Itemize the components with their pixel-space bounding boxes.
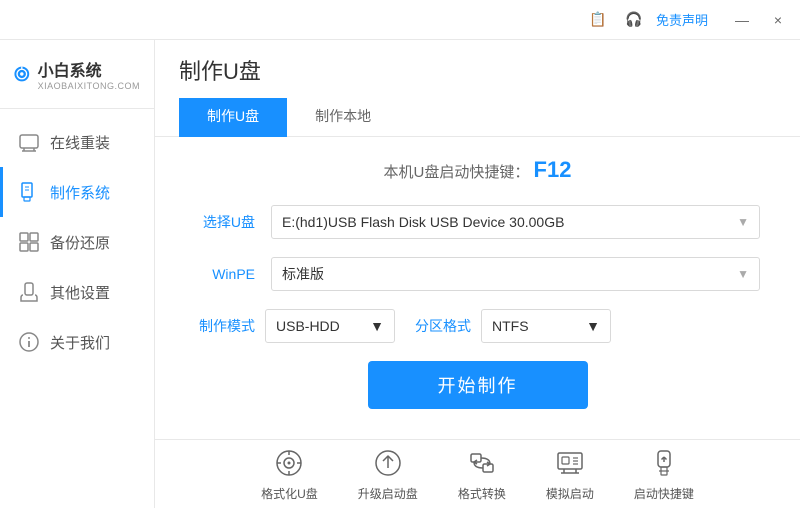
sidebar-item-make-system-label: 制作系统 xyxy=(50,182,110,203)
shortcut-label: 本机U盘启动快捷键： xyxy=(384,164,530,181)
winpe-label: WinPE xyxy=(195,266,255,282)
sidebar-item-backup-restore[interactable]: 备份还原 xyxy=(0,217,154,267)
help-icon[interactable]: 📋 xyxy=(584,6,612,34)
make-system-icon xyxy=(18,181,40,203)
tool-format-udisk-label: 格式化U盘 xyxy=(261,485,318,502)
minimize-button[interactable]: — xyxy=(728,6,756,34)
tool-format-udisk[interactable]: 格式化U盘 xyxy=(261,447,318,502)
disclaimer-link[interactable]: 免责声明 xyxy=(656,10,708,29)
sidebar-item-about-us-label: 关于我们 xyxy=(50,332,110,353)
tab-bar: 制作U盘 制作本地 xyxy=(179,98,776,136)
other-settings-icon xyxy=(18,281,40,303)
sidebar-item-online-reinstall[interactable]: 在线重装 xyxy=(0,117,154,167)
sidebar-item-other-settings[interactable]: 其他设置 xyxy=(0,267,154,317)
start-button[interactable]: 开始制作 xyxy=(368,361,588,409)
tab-make-local[interactable]: 制作本地 xyxy=(287,98,399,137)
sidebar-item-about-us[interactable]: 关于我们 xyxy=(0,317,154,367)
tool-boot-shortcut[interactable]: 启动快捷键 xyxy=(634,447,694,502)
make-mode-arrow: ▼ xyxy=(370,318,384,334)
logo-text: 小白系统 XIAOBAIXITONG.COM xyxy=(38,57,140,91)
form-area: 本机U盘启动快捷键： F12 选择U盘 E:(hd1)USB Flash Dis… xyxy=(155,137,800,439)
mode-partition-row: 制作模式 USB-HDD ▼ 分区格式 NTFS ▼ xyxy=(195,309,760,343)
upgrade-boot-icon xyxy=(372,447,404,479)
sidebar: 小白系统 XIAOBAIXITONG.COM 在线重装 xyxy=(0,40,155,508)
sidebar-item-online-reinstall-label: 在线重装 xyxy=(50,132,110,153)
logo-title: 小白系统 xyxy=(38,57,140,81)
tool-boot-shortcut-label: 启动快捷键 xyxy=(634,485,694,502)
tool-format-convert-label: 格式转换 xyxy=(458,485,506,502)
about-us-icon xyxy=(18,331,40,353)
online-reinstall-icon xyxy=(18,131,40,153)
winpe-arrow: ▼ xyxy=(737,267,749,281)
select-udisk-value: E:(hd1)USB Flash Disk USB Device 30.00GB xyxy=(282,214,564,230)
logo-area: 小白系统 XIAOBAIXITONG.COM xyxy=(0,40,154,109)
tool-upgrade-boot[interactable]: 升级启动盘 xyxy=(358,447,418,502)
sidebar-item-other-settings-label: 其他设置 xyxy=(50,282,110,303)
title-bar: 📋 🎧 免责声明 — × xyxy=(0,0,800,40)
sidebar-item-backup-restore-label: 备份还原 xyxy=(50,232,110,253)
tool-upgrade-boot-label: 升级启动盘 xyxy=(358,485,418,502)
select-udisk-dropdown[interactable]: E:(hd1)USB Flash Disk USB Device 30.00GB… xyxy=(271,205,760,239)
close-button[interactable]: × xyxy=(764,6,792,34)
app-body: 小白系统 XIAOBAIXITONG.COM 在线重装 xyxy=(0,40,800,508)
tool-format-convert[interactable]: 格式转换 xyxy=(458,447,506,502)
logo-subtitle: XIAOBAIXITONG.COM xyxy=(38,81,140,91)
title-bar-icons: 📋 🎧 免责声明 — × xyxy=(584,6,792,34)
tool-simulate-boot[interactable]: 模拟启动 xyxy=(546,447,594,502)
boot-shortcut-icon xyxy=(648,447,680,479)
main-content: 制作U盘 制作U盘 制作本地 本机U盘启动快捷键： F12 选择U盘 E:(hd… xyxy=(155,40,800,508)
partition-dropdown[interactable]: NTFS ▼ xyxy=(481,309,611,343)
tab-make-udisk[interactable]: 制作U盘 xyxy=(179,98,287,137)
winpe-dropdown[interactable]: 标准版 ▼ xyxy=(271,257,760,291)
bottom-toolbar: 格式化U盘 升级启动盘 xyxy=(155,439,800,508)
tool-simulate-boot-label: 模拟启动 xyxy=(546,485,594,502)
format-udisk-icon xyxy=(273,447,305,479)
winpe-row: WinPE 标准版 ▼ xyxy=(195,257,760,291)
partition-value: NTFS xyxy=(492,318,529,334)
logo-icon xyxy=(14,56,30,92)
partition-label: 分区格式 xyxy=(411,316,471,336)
sidebar-nav: 在线重装 制作系统 xyxy=(0,109,154,508)
select-udisk-row: 选择U盘 E:(hd1)USB Flash Disk USB Device 30… xyxy=(195,205,760,239)
select-udisk-label: 选择U盘 xyxy=(195,212,255,232)
shortcut-key: F12 xyxy=(534,157,572,182)
select-udisk-arrow: ▼ xyxy=(737,215,749,229)
backup-restore-icon xyxy=(18,231,40,253)
simulate-boot-icon xyxy=(554,447,586,479)
make-mode-dropdown[interactable]: USB-HDD ▼ xyxy=(265,309,395,343)
format-convert-icon xyxy=(466,447,498,479)
page-title: 制作U盘 xyxy=(179,54,776,86)
make-mode-group: 制作模式 USB-HDD ▼ xyxy=(195,309,395,343)
shortcut-hint: 本机U盘启动快捷键： F12 xyxy=(195,157,760,183)
partition-arrow: ▼ xyxy=(586,318,600,334)
make-mode-value: USB-HDD xyxy=(276,318,340,334)
partition-group: 分区格式 NTFS ▼ xyxy=(411,309,611,343)
sidebar-item-make-system[interactable]: 制作系统 xyxy=(0,167,154,217)
winpe-value: 标准版 xyxy=(282,264,324,284)
content-header: 制作U盘 制作U盘 制作本地 xyxy=(155,40,800,137)
support-icon[interactable]: 🎧 xyxy=(620,6,648,34)
make-mode-label: 制作模式 xyxy=(195,316,255,336)
